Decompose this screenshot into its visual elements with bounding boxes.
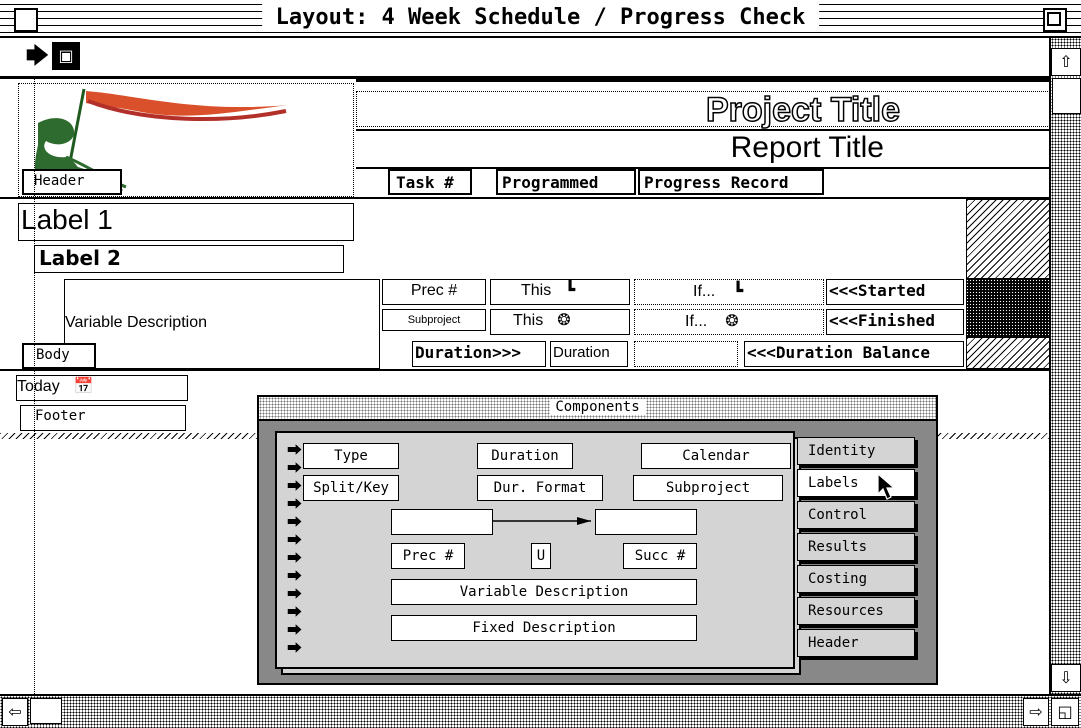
today-field[interactable]: Today 📅 xyxy=(16,375,188,401)
report-title[interactable]: Report Title xyxy=(731,131,884,165)
finish-flag-icon: ❂ xyxy=(725,313,739,330)
spiral-ring-icon: ⮕ xyxy=(287,603,303,621)
task-header[interactable]: Task # xyxy=(388,169,472,195)
variable-description-button[interactable]: Variable Description xyxy=(391,579,697,605)
spiral-ring-icon: ⮕ xyxy=(287,531,303,549)
project-title[interactable]: Project Title xyxy=(705,90,901,130)
this-finish-field[interactable]: This ❂ xyxy=(490,309,630,335)
tab-control[interactable]: Control xyxy=(797,501,915,529)
body-part-line xyxy=(0,369,1050,371)
link-arrow-icon xyxy=(493,517,591,525)
subproject-field[interactable]: Subproject xyxy=(382,309,486,331)
finish-flag-icon: ❂ xyxy=(557,312,571,329)
calendar-icon: 📅 xyxy=(73,378,94,395)
programmed-header[interactable]: Programmed xyxy=(496,169,636,195)
horizontal-scrollbar[interactable]: ⇦ ⇨ ◱ xyxy=(0,694,1081,728)
duration-balance-label[interactable]: <<<Duration Balance xyxy=(744,341,964,367)
calendar-button[interactable]: Calendar xyxy=(641,443,791,469)
prec-button[interactable]: Prec # xyxy=(391,543,465,569)
tab-results[interactable]: Results xyxy=(797,533,915,561)
spiral-ring-icon: ⮕ xyxy=(287,549,303,567)
horizontal-scroll-thumb[interactable] xyxy=(30,698,62,724)
u-button[interactable]: U xyxy=(531,543,551,569)
hatched-area xyxy=(966,337,1050,369)
successor-box[interactable] xyxy=(595,509,697,535)
title-bar[interactable]: Layout: 4 Week Schedule / Progress Check xyxy=(0,0,1081,38)
field-tool-icon[interactable]: ▣ xyxy=(52,42,80,70)
layout-window: Layout: 4 Week Schedule / Progress Check… xyxy=(0,0,1081,728)
finished-label[interactable]: <<<Finished xyxy=(826,309,964,335)
spiral-ring-icon: ⮕ xyxy=(287,639,303,657)
spiral-ring-icon: ⮕ xyxy=(287,567,303,585)
tab-identity[interactable]: Identity xyxy=(797,437,915,465)
variable-description-text: Variable Description xyxy=(65,314,207,331)
components-palette[interactable]: Components ⮕ ⮕ ⮕ ⮕ ⮕ ⮕ ⮕ ⮕ ⮕ ⮕ ⮕ ⮕ Type … xyxy=(257,395,938,685)
spiral-ring-icon: ⮕ xyxy=(287,621,303,639)
duration-field[interactable]: Duration xyxy=(550,341,628,367)
header-part-line xyxy=(0,197,1050,199)
scroll-right-arrow-icon[interactable]: ⇨ xyxy=(1023,698,1049,726)
tool-bar: 🡆 ▣ xyxy=(0,38,1050,79)
start-flag-icon: ┗ xyxy=(565,282,575,299)
margin-guide xyxy=(34,79,35,694)
footer-part-tab[interactable]: Footer xyxy=(20,405,186,431)
duration-button[interactable]: Duration xyxy=(477,443,573,469)
spiral-ring-icon: ⮕ xyxy=(287,513,303,531)
subproject-button[interactable]: Subproject xyxy=(633,475,783,501)
vertical-scrollbar[interactable]: ⇧ ⇩ xyxy=(1049,38,1081,694)
scroll-down-arrow-icon[interactable]: ⇩ xyxy=(1051,664,1081,692)
progress-record-header[interactable]: Progress Record xyxy=(638,169,824,195)
fixed-description-button[interactable]: Fixed Description xyxy=(391,615,697,641)
started-label[interactable]: <<<Started xyxy=(826,279,964,305)
variable-description-field[interactable]: Variable Description xyxy=(64,279,380,369)
project-title-frame xyxy=(356,91,1050,127)
tab-resources[interactable]: Resources xyxy=(797,597,915,625)
title-rule xyxy=(356,129,1050,131)
vertical-scroll-thumb[interactable] xyxy=(1052,78,1081,114)
succ-button[interactable]: Succ # xyxy=(623,543,697,569)
if-start-field[interactable]: If... ┗ xyxy=(634,279,824,305)
zoom-box[interactable] xyxy=(1043,8,1067,32)
hatched-area xyxy=(966,199,1050,279)
label-1[interactable]: Label 1 xyxy=(18,203,354,241)
duration-if-field[interactable] xyxy=(634,341,738,367)
scroll-left-arrow-icon[interactable]: ⇦ xyxy=(2,698,28,726)
dur-format-button[interactable]: Dur. Format xyxy=(477,475,603,501)
grow-box-icon[interactable]: ◱ xyxy=(1051,698,1079,726)
split-key-button[interactable]: Split/Key xyxy=(303,475,399,501)
shaded-area xyxy=(966,279,1050,337)
window-title: Layout: 4 Week Schedule / Progress Check xyxy=(261,4,820,32)
header-part-tab[interactable]: Header xyxy=(22,169,122,195)
header-top-rule xyxy=(356,79,1050,82)
close-box[interactable] xyxy=(14,8,38,32)
prec-field[interactable]: Prec # xyxy=(382,279,486,305)
duration-label[interactable]: Duration>>> xyxy=(412,341,546,367)
tab-header[interactable]: Header xyxy=(797,629,915,657)
mouse-pointer-icon xyxy=(877,472,896,500)
tab-costing[interactable]: Costing xyxy=(797,565,915,593)
palette-page: ⮕ ⮕ ⮕ ⮕ ⮕ ⮕ ⮕ ⮕ ⮕ ⮕ ⮕ ⮕ Type Duration Ca… xyxy=(275,431,795,669)
palette-title: Components xyxy=(549,399,646,415)
scroll-up-arrow-icon[interactable]: ⇧ xyxy=(1051,48,1081,76)
this-start-field[interactable]: This ┗ xyxy=(490,279,630,305)
label-2[interactable]: Label 2 xyxy=(34,245,344,273)
spiral-ring-icon: ⮕ xyxy=(287,585,303,603)
arrow-tool-icon[interactable]: 🡆 xyxy=(26,46,49,68)
palette-title-bar[interactable]: Components xyxy=(259,397,936,421)
type-button[interactable]: Type xyxy=(303,443,399,469)
start-flag-icon: ┗ xyxy=(733,283,743,300)
if-finish-field[interactable]: If... ❂ xyxy=(634,309,824,335)
predecessor-box[interactable] xyxy=(391,509,493,535)
